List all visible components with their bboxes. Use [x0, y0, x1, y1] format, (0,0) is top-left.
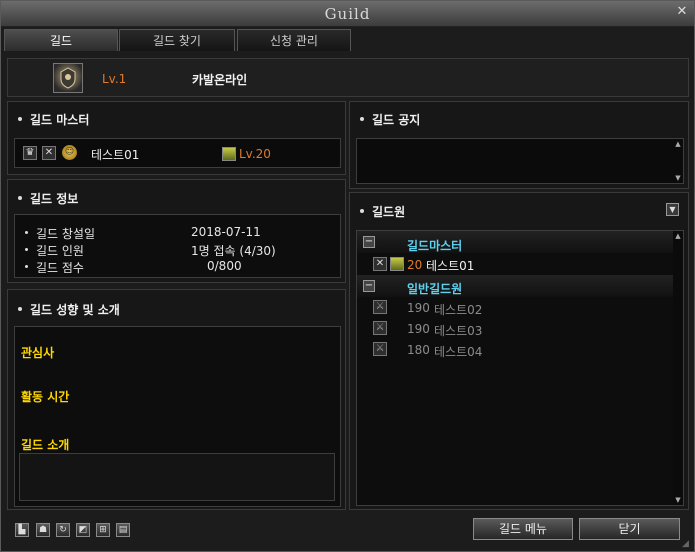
guild-info-panel: 길드 정보 길드 창설일 2018-07-11 길드 인원 1명 접속 (4/3…: [7, 179, 346, 283]
guild-notice-box[interactable]: ▲ ▼: [356, 138, 684, 184]
scroll-down-icon[interactable]: ▼: [673, 495, 683, 505]
member-row[interactable]: ⚔ 180 테스트04: [357, 340, 673, 360]
guild-level: Lv.1: [102, 72, 127, 86]
score-label: 길드 점수: [36, 261, 84, 275]
guild-emblem-icon: [53, 63, 83, 93]
guild-intro-textarea[interactable]: [19, 453, 335, 501]
normal-group-label: 일반길드원: [407, 282, 463, 296]
member-name: 테스트03: [434, 324, 483, 338]
guild-menu-button[interactable]: 길드 메뉴: [473, 518, 573, 540]
scroll-up-icon[interactable]: ▲: [673, 139, 683, 149]
guild-master-title: 길드 마스터: [30, 113, 90, 127]
close-icon[interactable]: ✕: [674, 4, 690, 20]
guild-window: Guild ✕ 길드 길드 찾기 신청 관리 Lv.1 카발온라인 길드 마스터…: [0, 0, 695, 552]
member-row[interactable]: ⚔ 190 테스트02: [357, 298, 673, 318]
guild-info-title: 길드 정보: [30, 192, 79, 206]
guild-intro-box: 관심사 활동 시간 길드 소개: [14, 326, 341, 507]
class-icon: [222, 147, 236, 161]
guild-members-title: 길드원: [372, 205, 406, 219]
member-level: 190: [407, 301, 430, 315]
member-row[interactable]: ✕ 20 테스트01: [357, 254, 673, 274]
guild-members-panel: 길드원 ▼ − 길드마스터 ✕ 20 테스트01 − 일반길드원 ⚔ 190 테…: [349, 192, 689, 510]
members-value: 1명 접속 (4/30): [191, 244, 276, 258]
members-list: − 길드마스터 ✕ 20 테스트01 − 일반길드원 ⚔ 190 테스트02 ⚔…: [356, 230, 684, 506]
guild-master-row[interactable]: ♛ ✕ ☺ 테스트01 Lv.20: [14, 138, 341, 168]
resize-grip-icon[interactable]: ◢: [682, 539, 692, 549]
interest-label: 관심사: [21, 346, 55, 360]
score-value: 0/800: [207, 259, 242, 273]
guild-master-name: 테스트01: [91, 148, 140, 162]
guild-master-level: Lv.20: [239, 147, 271, 161]
window-title: Guild: [324, 5, 371, 23]
guild-crest-icon: ♛: [23, 146, 37, 160]
refresh-icon[interactable]: ↻: [56, 523, 70, 537]
collapse-master-group-button[interactable]: −: [363, 236, 375, 248]
offline-class-icon: ⚔: [373, 342, 387, 356]
guild-master-panel: 길드 마스터 ♛ ✕ ☺ 테스트01 Lv.20: [7, 101, 346, 175]
members-label: 길드 인원: [36, 244, 84, 258]
guild-notice-panel: 길드 공지 ▲ ▼: [349, 101, 689, 189]
member-name: 테스트04: [434, 345, 483, 359]
guild-notice-title: 길드 공지: [372, 113, 421, 127]
crossed-swords-icon: ✕: [42, 146, 56, 160]
founded-value: 2018-07-11: [191, 225, 261, 239]
member-level: 20: [407, 258, 423, 272]
collapse-normal-group-button[interactable]: −: [363, 280, 375, 292]
person-icon[interactable]: ☗: [36, 523, 50, 537]
scroll-up-icon[interactable]: ▲: [673, 231, 683, 241]
members-dropdown-icon[interactable]: ▼: [666, 203, 679, 216]
member-name: 테스트01: [426, 259, 475, 273]
member-level: 180: [407, 343, 430, 357]
offline-class-icon: ⚔: [373, 300, 387, 314]
tab-application-management[interactable]: 신청 관리: [237, 29, 351, 51]
class-icon: [390, 257, 404, 271]
member-row[interactable]: ⚔ 190 테스트03: [357, 319, 673, 339]
scroll-down-icon[interactable]: ▼: [673, 173, 683, 183]
offline-class-icon: ⚔: [373, 321, 387, 335]
master-group-label: 길드마스터: [407, 239, 463, 253]
guild-intro-title: 길드 성향 및 소개: [30, 303, 120, 317]
document-icon[interactable]: ▤: [116, 523, 130, 537]
guild-name: 카발온라인: [192, 73, 248, 87]
member-level: 190: [407, 322, 430, 336]
members-scrollbar[interactable]: ▲ ▼: [673, 231, 683, 505]
cart-icon[interactable]: ⊞: [96, 523, 110, 537]
member-name: 테스트02: [434, 303, 483, 317]
smiley-icon: ☺: [62, 145, 77, 160]
notice-scrollbar[interactable]: ▲ ▼: [673, 139, 683, 183]
guild-info-box: 길드 창설일 2018-07-11 길드 인원 1명 접속 (4/30) 길드 …: [14, 214, 341, 278]
guild-header: Lv.1 카발온라인: [7, 58, 689, 97]
guild-intro-panel: 길드 성향 및 소개 관심사 활동 시간 길드 소개: [7, 289, 346, 510]
hierarchy-icon[interactable]: ▙: [15, 523, 29, 537]
tab-find-guild[interactable]: 길드 찾기: [119, 29, 235, 51]
title-bar[interactable]: Guild ✕: [1, 1, 694, 27]
activity-time-label: 활동 시간: [21, 390, 70, 404]
founded-label: 길드 창설일: [36, 227, 96, 241]
guild-intro-label: 길드 소개: [21, 438, 70, 452]
eraser-icon[interactable]: ◩: [76, 523, 90, 537]
crossed-swords-icon: ✕: [373, 257, 387, 271]
close-button[interactable]: 닫기: [579, 518, 680, 540]
tab-guild[interactable]: 길드: [4, 29, 118, 51]
